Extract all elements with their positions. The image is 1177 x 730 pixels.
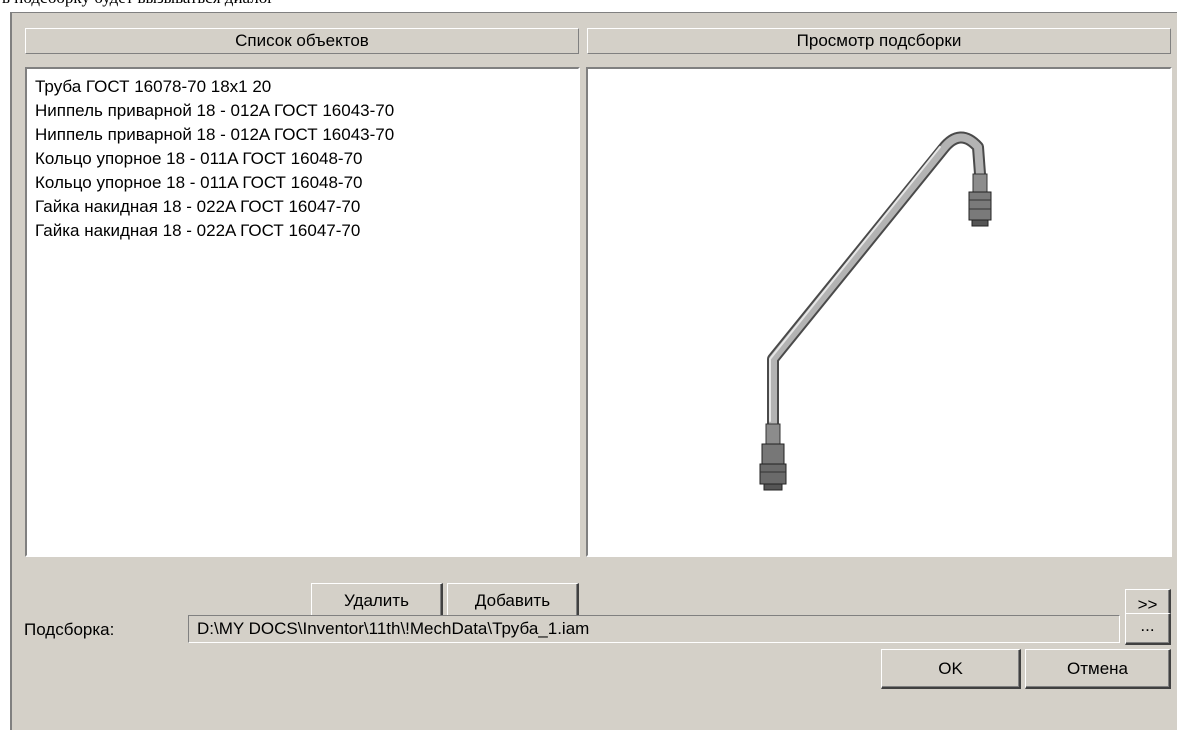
caption-text: в подсборку будет вызываться диалог [2,0,274,8]
list-item[interactable]: Труба ГОСТ 16078-70 18x1 20 [35,75,578,99]
browse-button[interactable]: ... [1125,613,1171,645]
delete-button[interactable]: Удалить [311,583,443,619]
top-fitting-icon [968,173,992,227]
list-item[interactable]: Кольцо упорное 18 - 011A ГОСТ 16048-70 [35,147,578,171]
subassembly-label: Подсборка: [24,620,115,639]
objects-list-header[interactable]: Список объектов [25,28,579,54]
list-item[interactable]: Ниппель приварной 18 - 012A ГОСТ 16043-7… [35,99,578,123]
pipe-assembly-preview-icon [759,131,992,491]
list-item[interactable]: Ниппель приварной 18 - 012A ГОСТ 16043-7… [35,123,578,147]
objects-list-items: Труба ГОСТ 16078-70 18x1 20 Ниппель прива… [27,69,578,243]
cancel-button[interactable]: Отмена [1025,649,1171,689]
add-button[interactable]: Добавить [447,583,579,619]
ok-button[interactable]: OK [881,649,1021,689]
list-item[interactable]: Гайка накидная 18 - 022A ГОСТ 16047-70 [35,219,578,243]
objects-list[interactable]: Труба ГОСТ 16078-70 18x1 20 Ниппель прива… [25,67,580,557]
preview-panel [586,67,1172,557]
list-item[interactable]: Гайка накидная 18 - 022A ГОСТ 16047-70 [35,195,578,219]
list-item[interactable]: Кольцо упорное 18 - 011A ГОСТ 16048-70 [35,171,578,195]
bottom-fitting-icon [759,423,787,491]
subassembly-dialog: Список объектов Просмотр подсборки Труба… [10,12,1177,730]
subassembly-path-field[interactable]: D:\MY DOCS\Inventor\11th\!MechData\Труба… [188,615,1120,643]
preview-header[interactable]: Просмотр подсборки [587,28,1171,54]
